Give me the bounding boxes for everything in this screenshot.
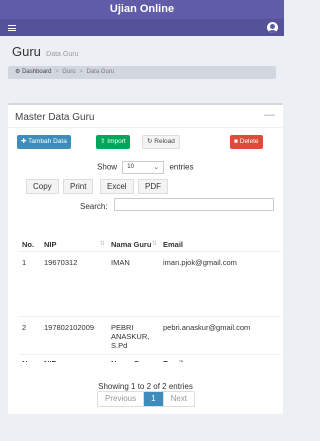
delete-label: Delete: [239, 138, 259, 145]
footer-email: Email: [160, 354, 281, 362]
footer-nip: NIP: [41, 354, 108, 362]
page-1-button[interactable]: 1: [144, 392, 163, 406]
copy-button[interactable]: Copy: [26, 179, 59, 194]
table-header-row: No. NIP ⇅ Nama Guru ⇅ Email ⇅: [19, 217, 281, 252]
menu-icon[interactable]: [8, 25, 16, 31]
breadcrumb-dashboard[interactable]: Dashboard: [22, 69, 51, 75]
search-input[interactable]: [114, 198, 274, 211]
breadcrumb-data-guru: Data Guru: [86, 69, 115, 75]
column-header-email-label: Email: [163, 239, 184, 249]
footer-no: No.: [19, 354, 41, 362]
import-label: Import: [107, 138, 126, 145]
cell-nip: 197802102009: [41, 316, 108, 355]
excel-button[interactable]: Excel: [100, 179, 134, 194]
cell-nip: 19670312: [41, 251, 108, 317]
cell-no: 1: [19, 251, 41, 317]
search-label: Search:: [80, 202, 108, 211]
next-button[interactable]: Next: [162, 392, 194, 406]
add-data-button[interactable]: ✚ Tambah Data: [17, 135, 71, 149]
content-header: Guru Data Guru: [0, 36, 284, 66]
cell-nama: PEBRI ANASKUR, S.Pd: [108, 316, 160, 355]
refresh-icon: ↻: [147, 138, 153, 145]
column-header-no[interactable]: No.: [19, 217, 41, 252]
table-footer-row: No. NIP Nama Guru Email: [19, 354, 281, 362]
footer-nama-guru: Nama Guru: [108, 354, 160, 362]
table-row[interactable]: 2 197802102009 PEBRI ANASKUR, S.Pd pebri…: [19, 316, 281, 355]
column-header-email[interactable]: Email ⇅: [160, 217, 281, 252]
delete-button[interactable]: ■ Delete: [230, 135, 263, 149]
breadcrumb-separator: >: [79, 69, 83, 75]
reload-button[interactable]: ↻ Reload: [142, 135, 180, 149]
column-header-nip[interactable]: NIP ⇅: [41, 217, 108, 252]
page-title: Guru: [12, 44, 41, 59]
previous-button[interactable]: Previous: [98, 392, 145, 406]
reload-label: Reload: [154, 138, 175, 145]
entries-label: entries: [169, 162, 194, 172]
sort-asc-icon: ⇅: [99, 240, 105, 247]
cell-email: iman.pjok@gmail.com: [160, 251, 281, 317]
guru-table: No. NIP ⇅ Nama Guru ⇅ Email ⇅: [19, 217, 281, 362]
plus-icon: ✚: [21, 138, 27, 145]
column-header-nip-label: NIP: [44, 239, 57, 249]
add-data-label: Tambah Data: [28, 138, 67, 145]
show-label: Show: [97, 162, 118, 172]
cell-nama: IMAN: [108, 251, 160, 317]
column-header-nama-guru[interactable]: Nama Guru ⇅: [108, 217, 160, 252]
upload-icon: ⇧: [100, 138, 106, 145]
pdf-button[interactable]: PDF: [138, 179, 168, 194]
box-header: Master Data Guru —: [8, 105, 283, 128]
entries-select[interactable]: 10 ⌄: [122, 161, 165, 174]
column-header-nama-label: Nama Guru: [111, 239, 152, 249]
user-avatar-icon[interactable]: [267, 22, 278, 33]
breadcrumb-guru[interactable]: Guru: [62, 69, 75, 75]
length-control: Show 10 ⌄ entries: [97, 161, 194, 174]
trash-icon: ■: [234, 138, 238, 145]
cell-no: 2: [19, 316, 41, 355]
table-scroll-container[interactable]: No. NIP ⇅ Nama Guru ⇅ Email ⇅: [19, 217, 281, 362]
breadcrumb-separator: >: [55, 69, 59, 75]
master-data-box: Master Data Guru — ✚ Tambah Data ⇧ Impor…: [8, 103, 283, 414]
pagination: Previous 1 Next: [97, 391, 196, 407]
cell-email: pebri.anaskur@gmail.com: [160, 316, 281, 355]
print-button[interactable]: Print: [63, 179, 94, 194]
box-title: Master Data Guru: [15, 112, 95, 123]
breadcrumb: ⚙ Dashboard > Guru > Data Guru: [8, 66, 276, 79]
sort-icon: ⇅: [151, 240, 157, 247]
navbar: [0, 19, 284, 36]
table-row[interactable]: 1 19670312 IMAN iman.pjok@gmail.com: [19, 251, 281, 317]
page-subtitle: Data Guru: [46, 51, 79, 58]
import-button[interactable]: ⇧ Import: [96, 135, 130, 149]
minus-icon[interactable]: —: [264, 109, 275, 121]
app-title: Ujian Online: [0, 0, 284, 19]
chevron-down-icon: ⌄: [153, 164, 160, 171]
dashboard-icon: ⚙: [15, 69, 21, 75]
table-info: Showing 1 to 2 of 2 entries: [98, 382, 193, 391]
entries-value: 10: [127, 164, 134, 170]
